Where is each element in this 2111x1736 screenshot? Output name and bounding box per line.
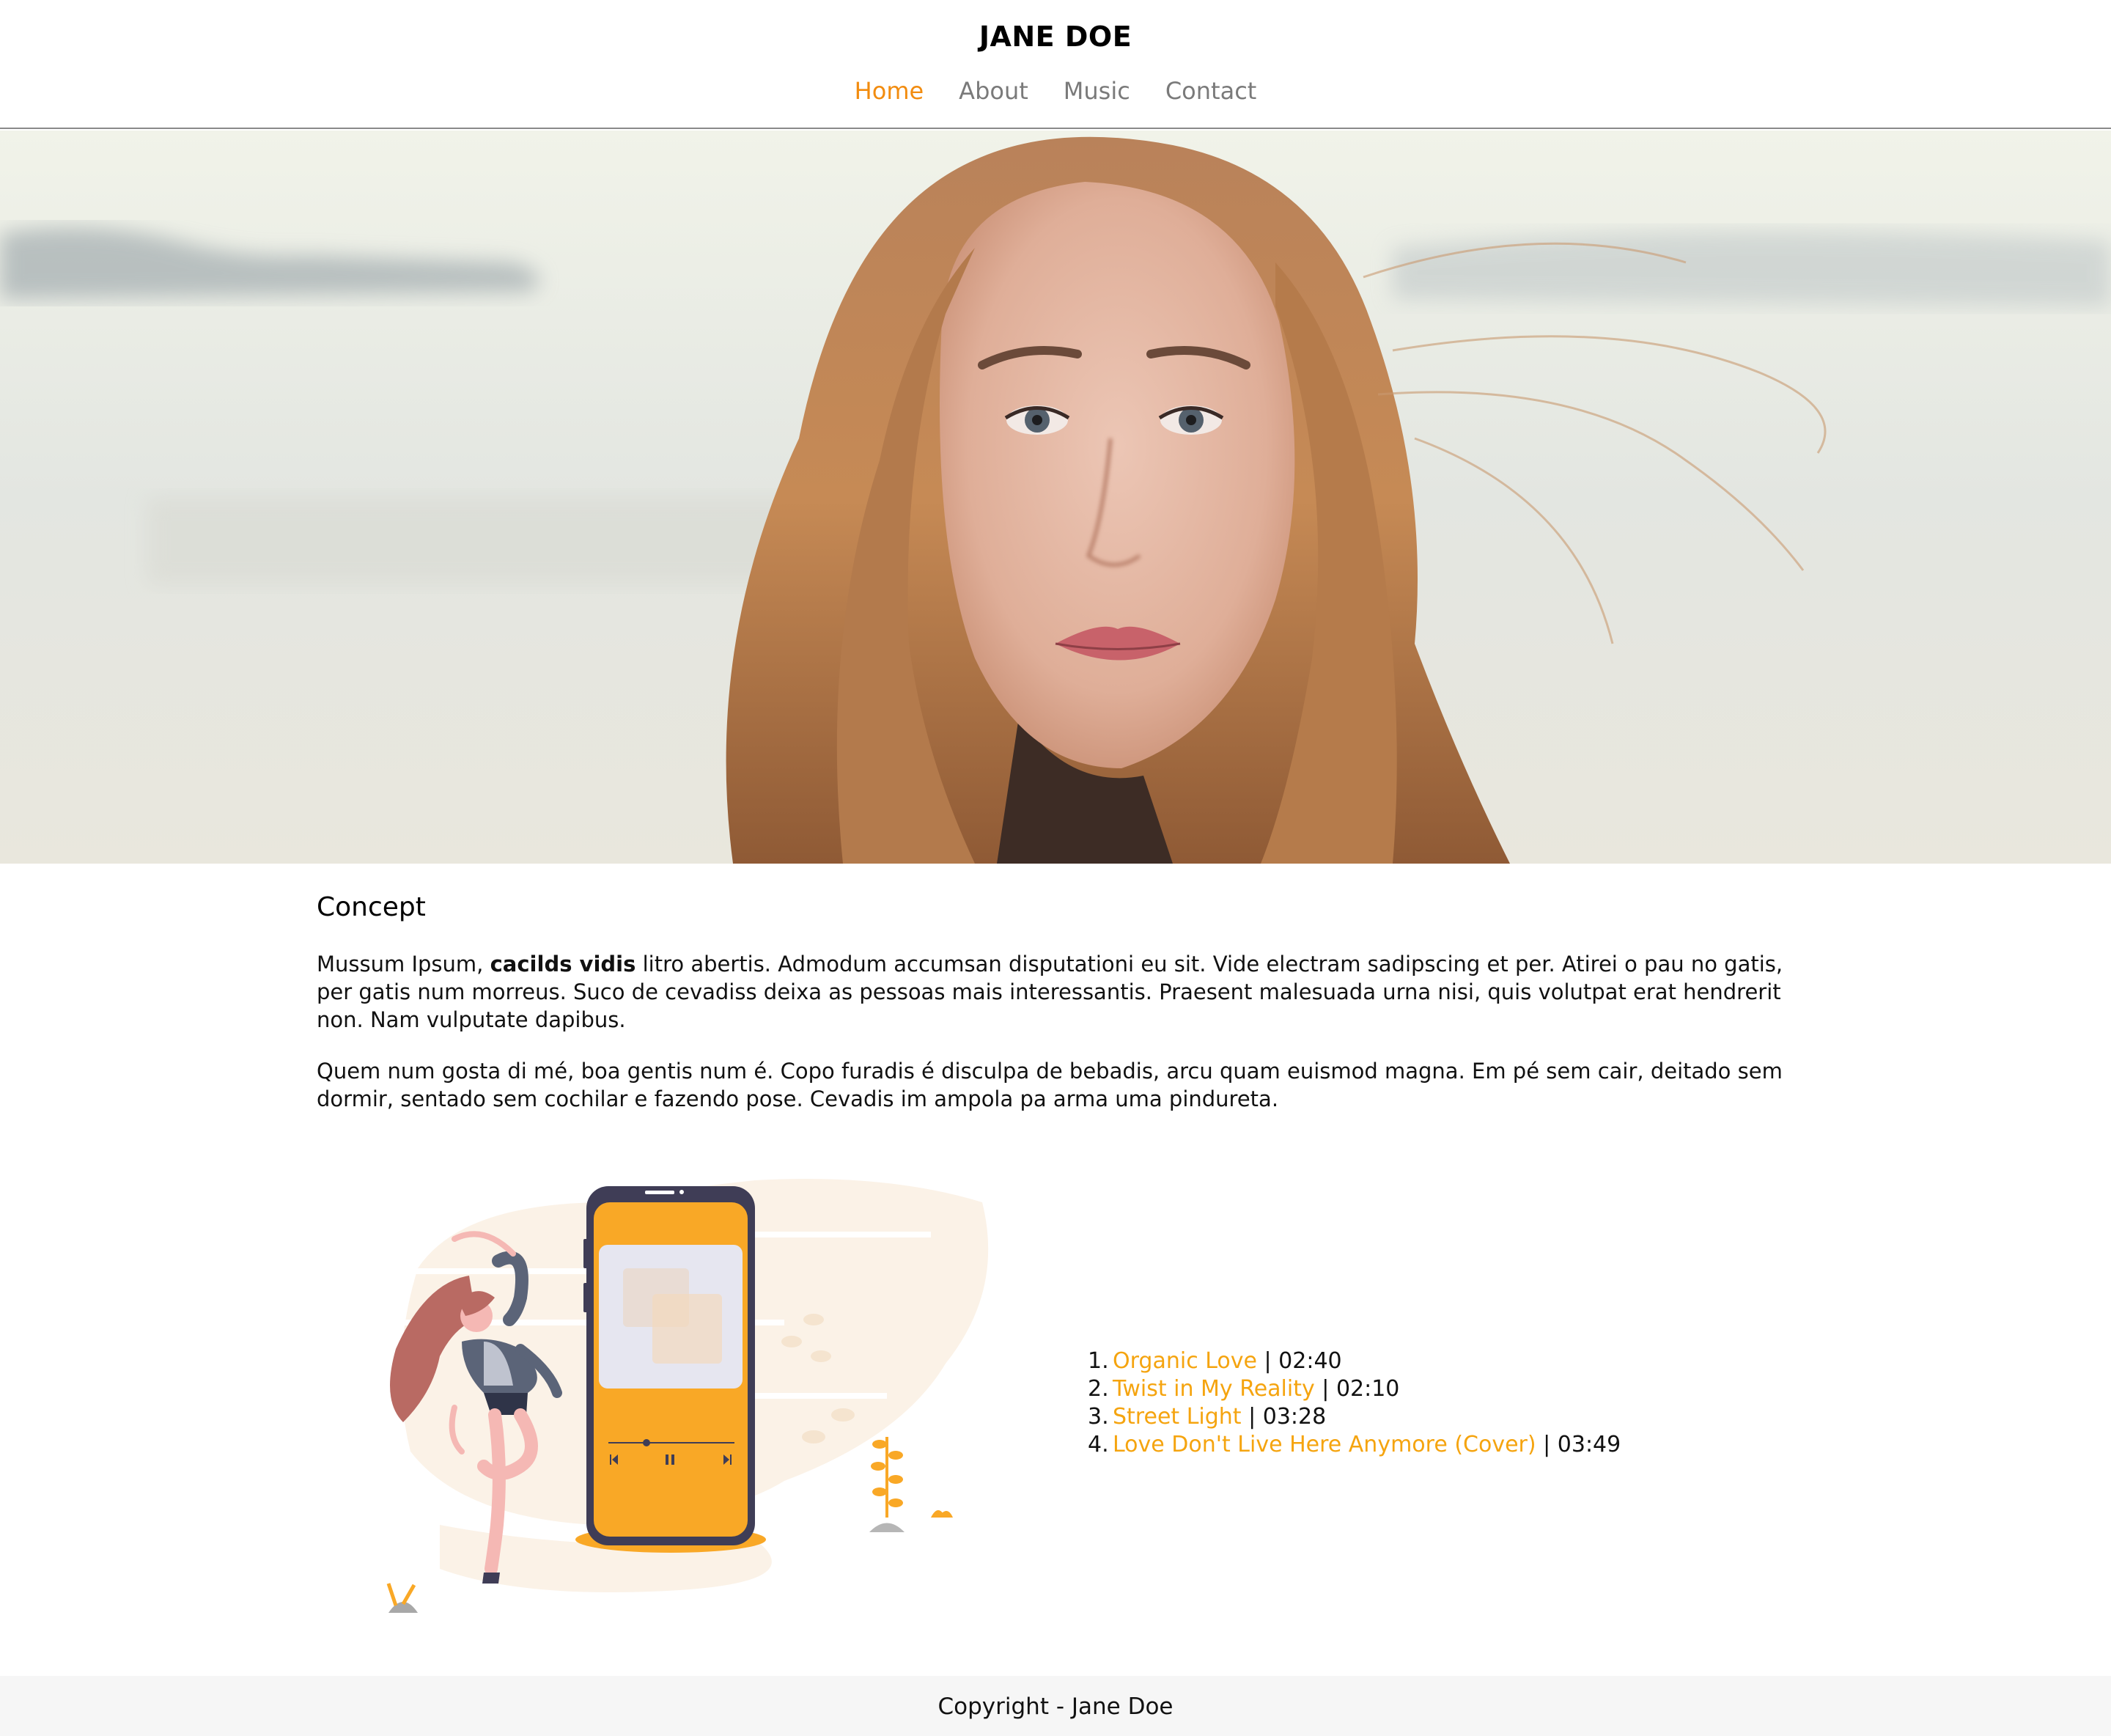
woman-dancing-with-phone-illustration <box>386 1179 989 1613</box>
concept-paragraph-1: Mussum Ipsum, cacilds vidis litro aberti… <box>317 950 1790 1034</box>
nav-link-home[interactable]: Home <box>855 73 924 108</box>
nav-link-music[interactable]: Music <box>1064 73 1130 108</box>
nav-link-contact[interactable]: Contact <box>1165 73 1257 108</box>
concept-heading: Concept <box>317 892 426 922</box>
site-title: JANE DOE <box>979 21 1132 53</box>
track-link[interactable]: Street Light <box>1113 1404 1242 1430</box>
site-header: JANE DOE Home About Music Contact <box>0 0 2111 129</box>
copyright-text: Copyright - Jane Doe <box>937 1693 1174 1720</box>
track-link[interactable]: Twist in My Reality <box>1113 1376 1315 1402</box>
concept-paragraph-2: Quem num gosta di mé, boa gentis num é. … <box>317 1059 1783 1111</box>
paragraph-strong-text: cacilds vidis <box>490 952 636 976</box>
track-separator: | <box>1241 1404 1263 1430</box>
nav-link-about[interactable]: About <box>959 73 1028 108</box>
track-separator: | <box>1314 1376 1336 1402</box>
track-separator: | <box>1256 1348 1279 1374</box>
paragraph-text-start: Mussum Ipsum, <box>317 952 490 976</box>
track-item: Street Light | 03:28 <box>1088 1403 1621 1431</box>
main-nav: Home About Music Contact <box>0 73 2111 108</box>
track-item: Organic Love | 02:40 <box>1088 1347 1621 1375</box>
track-list: Organic Love | 02:40 Twist in My Reality… <box>1088 1347 1621 1459</box>
track-link[interactable]: Love Don't Live Here Anymore (Cover) <box>1113 1432 1536 1457</box>
hero-image <box>0 130 2111 864</box>
site-footer: Copyright - Jane Doe <box>0 1676 2111 1736</box>
track-item: Love Don't Live Here Anymore (Cover) | 0… <box>1088 1431 1621 1459</box>
track-duration: 02:10 <box>1336 1376 1400 1402</box>
track-item: Twist in My Reality | 02:10 <box>1088 1375 1621 1403</box>
music-illustration <box>374 1173 1012 1635</box>
portrait-photo <box>0 130 2111 864</box>
track-duration: 03:49 <box>1557 1432 1621 1457</box>
track-duration: 03:28 <box>1262 1404 1327 1430</box>
track-separator: | <box>1536 1432 1558 1457</box>
track-link[interactable]: Organic Love <box>1113 1348 1257 1374</box>
track-duration: 02:40 <box>1278 1348 1342 1374</box>
